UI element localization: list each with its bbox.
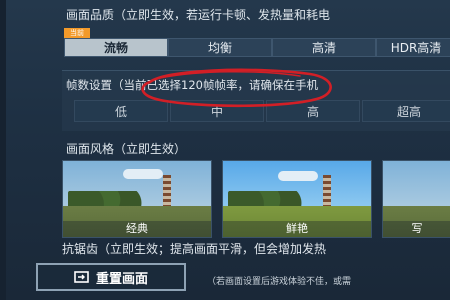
fps-option-high[interactable]: 高 — [266, 100, 360, 122]
fps-option-low[interactable]: 低 — [74, 100, 168, 122]
current-tag: 当前 — [64, 28, 90, 38]
quality-option-balanced[interactable]: 均衡 — [168, 38, 272, 57]
fps-options: 低 中 高 超高 — [74, 100, 450, 122]
reset-label: 重置画面 — [95, 271, 148, 287]
quality-option-hd[interactable]: 高清 — [272, 38, 376, 57]
fps-option-medium[interactable]: 中 — [170, 100, 264, 122]
style-options: 经典 鲜艳 写 — [62, 160, 450, 238]
style-card-realistic[interactable]: 写 — [382, 160, 450, 238]
quality-title: 画面品质（立即生效，若运行卡顿、发热量和耗电 — [66, 8, 331, 22]
style-label-vivid: 鲜艳 — [223, 221, 371, 237]
style-card-classic[interactable]: 经典 — [62, 160, 212, 238]
reset-icon — [74, 271, 89, 283]
style-label-realistic: 写 — [383, 221, 450, 237]
preview-cloud — [123, 169, 163, 179]
fps-option-ultra[interactable]: 超高 — [362, 100, 450, 122]
reset-graphics-button[interactable]: 重置画面 — [36, 263, 186, 291]
fps-setting-text: 帧数设置（当前已选择120帧帧率，请确保在手机 — [66, 78, 318, 92]
antialias-text: 抗锯齿（立即生效；提高画面平滑，但会增加发热 — [62, 242, 327, 256]
quality-option-fluent[interactable]: 流畅 — [64, 38, 168, 57]
preview-sky — [383, 161, 450, 206]
left-edge-bar — [0, 0, 6, 300]
style-label-classic: 经典 — [63, 221, 211, 237]
reset-note: （若画面设置后游戏体验不佳，或需 — [207, 277, 352, 287]
preview-cloud — [278, 171, 318, 181]
quality-option-hdr[interactable]: HDR高清 — [376, 38, 450, 57]
style-card-vivid[interactable]: 鲜艳 — [222, 160, 372, 238]
style-title: 画面风格（立即生效） — [66, 142, 187, 156]
quality-options: 流畅 均衡 高清 HDR高清 — [64, 38, 450, 57]
